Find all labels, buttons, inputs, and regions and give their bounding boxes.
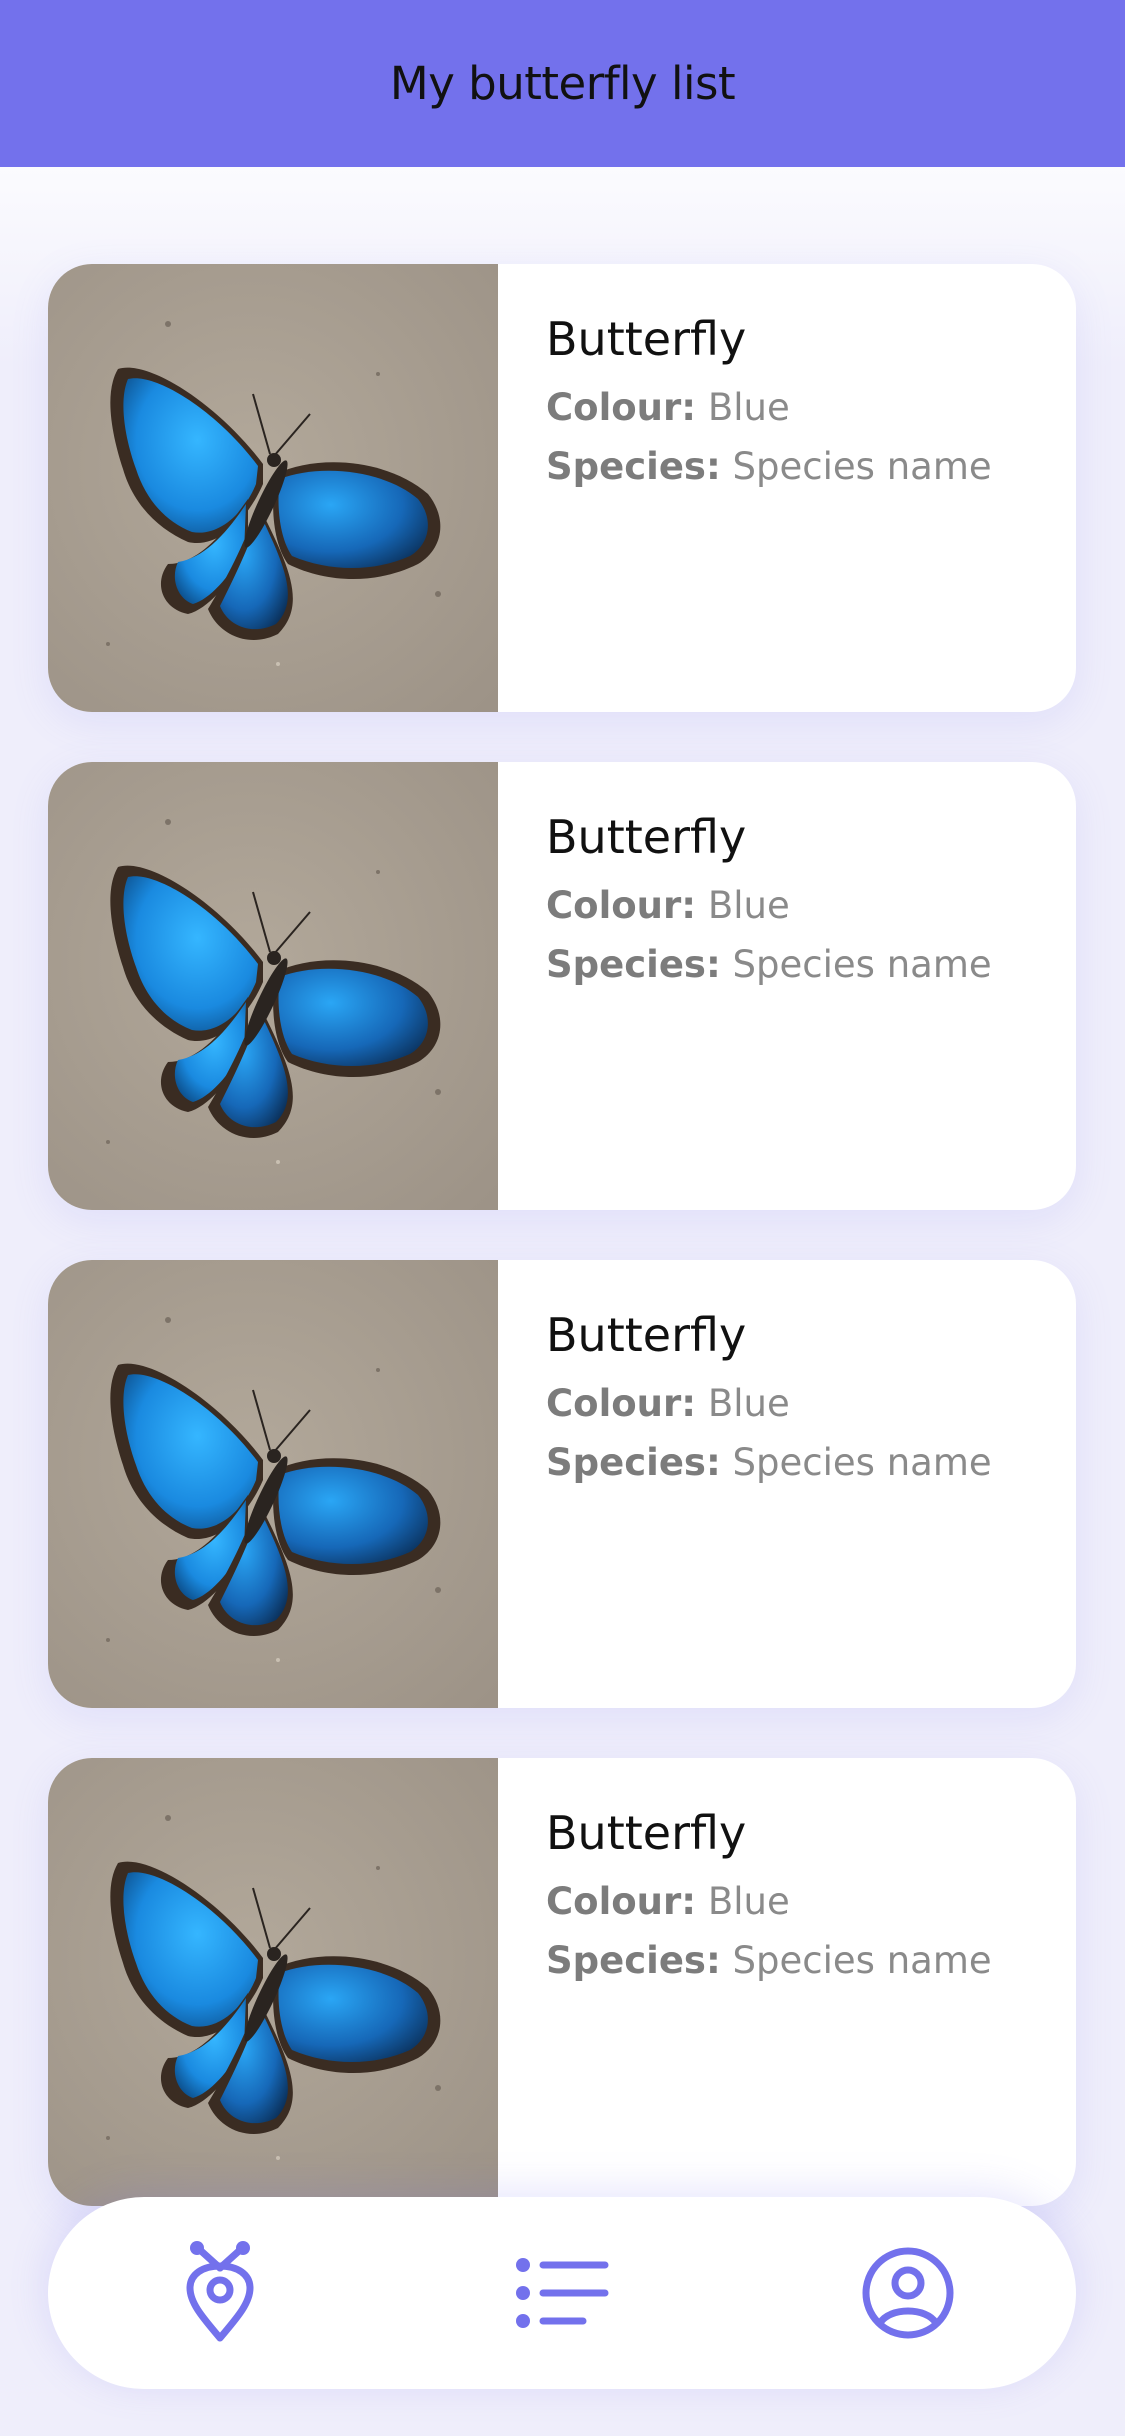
butterfly-photo — [48, 762, 498, 1210]
card-title: Butterfly — [546, 312, 747, 366]
colour-value: Blue — [707, 1382, 790, 1425]
species-value: Species name — [732, 1939, 992, 1982]
colour-value: Blue — [707, 386, 790, 429]
profile-icon — [862, 2247, 954, 2339]
colour-label: Colour: — [546, 1382, 697, 1425]
species-value: Species name — [732, 445, 992, 488]
species-label: Species: — [546, 1939, 721, 1982]
page-title: My butterfly list — [389, 57, 736, 110]
nav-list-button[interactable] — [503, 2233, 623, 2353]
species-row: Species: Species name — [546, 943, 1056, 986]
colour-row: Colour: Blue — [546, 1382, 1056, 1425]
card-title: Butterfly — [546, 1308, 747, 1362]
card-title: Butterfly — [546, 1806, 747, 1860]
butterfly-photo — [48, 1260, 498, 1708]
colour-label: Colour: — [546, 386, 697, 429]
species-row: Species: Species name — [546, 1441, 1056, 1484]
butterfly-card[interactable]: Butterfly Colour: Blue Species: Species … — [48, 762, 1076, 1210]
colour-value: Blue — [707, 884, 790, 927]
nav-map-button[interactable] — [160, 2233, 280, 2353]
butterfly-location-icon — [186, 2241, 254, 2342]
bottom-nav — [48, 2197, 1076, 2389]
species-row: Species: Species name — [546, 1939, 1056, 1982]
card-details: Butterfly Colour: Blue Species: Species … — [546, 1308, 1056, 1500]
colour-label: Colour: — [546, 884, 697, 927]
card-title: Butterfly — [546, 810, 747, 864]
colour-row: Colour: Blue — [546, 884, 1056, 927]
species-label: Species: — [546, 445, 721, 488]
colour-label: Colour: — [546, 1880, 697, 1923]
card-details: Butterfly Colour: Blue Species: Species … — [546, 312, 1056, 504]
species-label: Species: — [546, 1441, 721, 1484]
card-details: Butterfly Colour: Blue Species: Species … — [546, 810, 1056, 1002]
butterfly-card[interactable]: Butterfly Colour: Blue Species: Species … — [48, 1758, 1076, 2206]
colour-row: Colour: Blue — [546, 1880, 1056, 1923]
nav-profile-button[interactable] — [848, 2233, 968, 2353]
butterfly-photo — [48, 264, 498, 712]
colour-row: Colour: Blue — [546, 386, 1056, 429]
list-icon — [516, 2258, 609, 2328]
colour-value: Blue — [707, 1880, 790, 1923]
species-value: Species name — [732, 943, 992, 986]
butterfly-photo — [48, 1758, 498, 2206]
species-row: Species: Species name — [546, 445, 1056, 488]
app-header: My butterfly list — [0, 0, 1125, 167]
butterfly-card[interactable]: Butterfly Colour: Blue Species: Species … — [48, 264, 1076, 712]
butterfly-card[interactable]: Butterfly Colour: Blue Species: Species … — [48, 1260, 1076, 1708]
card-details: Butterfly Colour: Blue Species: Species … — [546, 1806, 1056, 1998]
species-value: Species name — [732, 1441, 992, 1484]
species-label: Species: — [546, 943, 721, 986]
butterfly-list[interactable]: Butterfly Colour: Blue Species: Species … — [0, 167, 1125, 2436]
